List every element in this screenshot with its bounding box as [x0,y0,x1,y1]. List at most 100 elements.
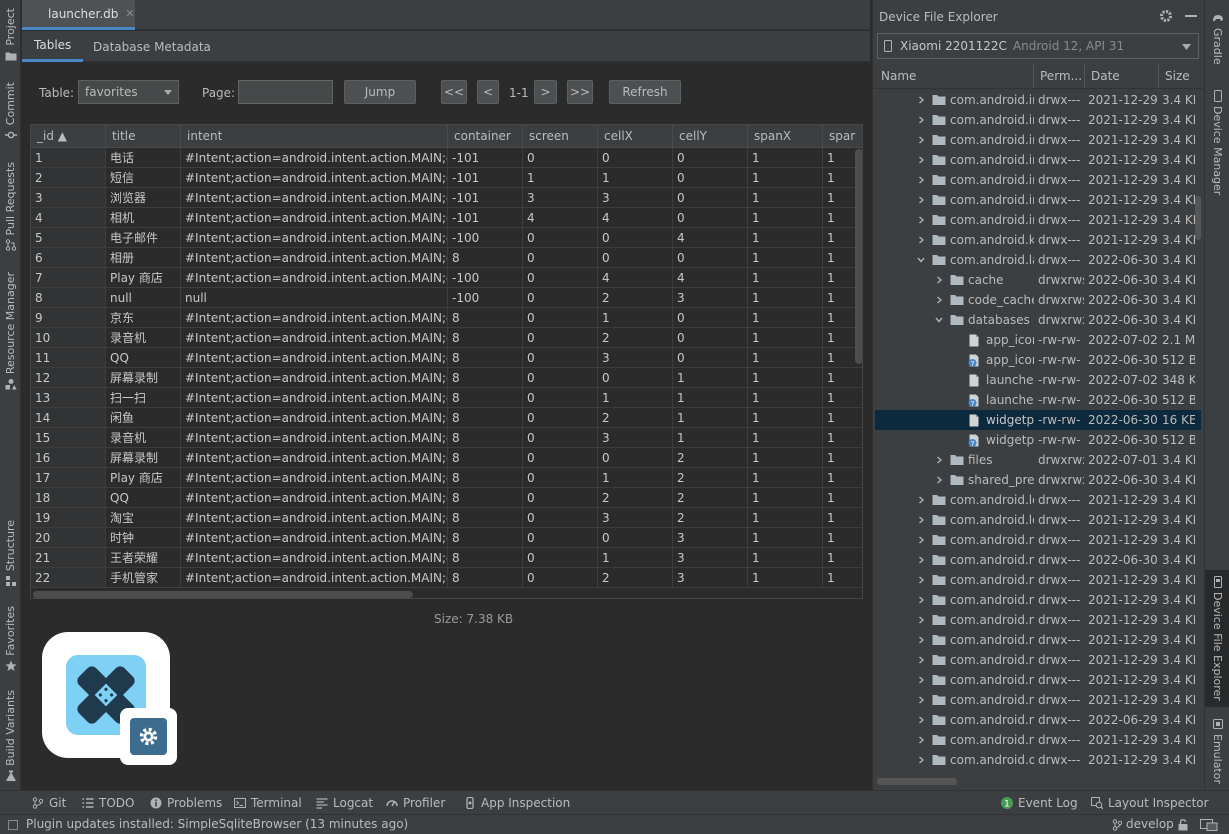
table-cell[interactable]: 0 [523,448,598,468]
table-cell[interactable]: 11 [31,348,106,368]
table-cell[interactable]: QQ [106,488,181,508]
table-row[interactable]: 22 手机管家 #Intent;action=android.intent.acti… [31,568,862,588]
table-row[interactable]: 14 闲鱼 #Intent;action=android.intent.action… [31,408,862,428]
table-cell[interactable]: 0 [523,568,598,588]
table-cell[interactable]: 1 [748,348,823,368]
tree-row[interactable]: com.android.in drwx--- 2021-12-29 23.4 KI [875,110,1201,130]
table-cell[interactable]: 相册 [106,248,181,268]
table-cell[interactable]: 录音机 [106,328,181,348]
table-cell[interactable]: 5 [31,228,106,248]
tree-row[interactable]: launcher -rw-rw- 2022-07-02 0348 K [875,370,1201,390]
tool-event-log[interactable]: 1 Event Log [1001,791,1078,815]
table-cell[interactable]: 8 [448,488,523,508]
tool-app-inspection[interactable]: App Inspection [464,791,570,815]
table-cell[interactable]: -100 [448,288,523,308]
table-cell[interactable]: #Intent;action=android.intent.action.MAI… [181,548,448,568]
column-header[interactable]: intent [181,125,448,148]
table-cell[interactable]: 1 [748,188,823,208]
table-cell[interactable]: 1 [748,168,823,188]
left-tab-build-variants[interactable]: Build Variants [0,690,21,782]
table-cell[interactable]: 2 [598,408,673,428]
tree-row[interactable]: shared_prefs drwxrwx 2022-06-30 23.4 KI [875,470,1201,490]
table-cell[interactable]: 1 [823,448,862,468]
table-cell[interactable]: 0 [673,308,748,328]
tab-database-metadata[interactable]: Database Metadata [81,31,223,62]
chevron-right-icon[interactable] [917,636,925,644]
table-cell[interactable]: 1 [598,308,673,328]
table-cell[interactable]: 8 [31,288,106,308]
table-cell[interactable]: 8 [448,248,523,268]
left-tab-favorites[interactable]: Favorites [0,606,21,672]
grid-vertical-scrollbar[interactable] [855,149,862,364]
tool-todo[interactable]: TODO [82,791,134,815]
table-cell[interactable]: 2 [673,448,748,468]
table-cell[interactable]: 1 [748,208,823,228]
table-cell[interactable]: #Intent;action=android.intent.action.MAI… [181,328,448,348]
table-row[interactable]: 12 屏幕录制 #Intent;action=android.intent.acti… [31,368,862,388]
tree-row[interactable]: com.android.m drwx--- 2021-12-29 23.4 KI [875,590,1201,610]
table-cell[interactable]: #Intent;action=android.intent.action.MAI… [181,228,448,248]
table-cell[interactable]: 0 [598,528,673,548]
table-row[interactable]: 4 相机 #Intent;action=android.intent.action.… [31,208,862,228]
table-cell[interactable]: 0 [523,308,598,328]
table-cell[interactable]: 8 [448,428,523,448]
table-cell[interactable]: 相机 [106,208,181,228]
table-cell[interactable]: 1 [523,168,598,188]
table-cell[interactable]: 1 [673,428,748,448]
tool-layout-inspector[interactable]: Layout Inspector [1091,791,1209,815]
table-cell[interactable]: 1 [598,468,673,488]
table-cell[interactable]: 8 [448,528,523,548]
table-cell[interactable]: 4 [598,208,673,228]
table-cell[interactable]: QQ [106,348,181,368]
chevron-right-icon[interactable] [917,196,925,204]
table-cell[interactable]: 1 [598,388,673,408]
table-cell[interactable]: 1 [823,548,862,568]
table-cell[interactable]: 1 [748,568,823,588]
table-row[interactable]: 1 电话 #Intent;action=android.intent.action.… [31,148,862,168]
table-cell[interactable]: 12 [31,368,106,388]
refresh-button[interactable]: Refresh [609,80,681,104]
table-row[interactable]: 19 淘宝 #Intent;action=android.intent.action… [31,508,862,528]
table-cell[interactable]: 13 [31,388,106,408]
table-cell[interactable]: 0 [598,368,673,388]
table-cell[interactable]: 淘宝 [106,508,181,528]
table-cell[interactable]: 1 [823,568,862,588]
table-cell[interactable]: 电子邮件 [106,228,181,248]
table-cell[interactable]: #Intent;action=android.intent.action.MAI… [181,348,448,368]
chevron-right-icon[interactable] [917,676,925,684]
table-cell[interactable]: -101 [448,148,523,168]
status-message[interactable]: Plugin updates installed: SimpleSqliteBr… [26,817,408,831]
table-cell[interactable]: 3 [598,348,673,368]
column-header[interactable]: cellY [673,125,748,148]
col-size-header[interactable]: Size [1159,64,1201,88]
table-cell[interactable]: 京东 [106,308,181,328]
right-tab-emulator[interactable]: Emulator [1205,712,1229,790]
chevron-right-icon[interactable] [917,736,925,744]
tree-row[interactable]: com.android.lo drwx--- 2021-12-29 23.4 KI [875,510,1201,530]
table-cell[interactable]: 0 [598,228,673,248]
table-cell[interactable]: 9 [31,308,106,328]
memory-indicator-icon[interactable] [1200,819,1218,831]
table-cell[interactable]: 2 [598,288,673,308]
tree-vertical-scrollbar[interactable] [1195,196,1201,240]
table-cell[interactable]: #Intent;action=android.intent.action.MAI… [181,268,448,288]
table-cell[interactable]: 2 [673,488,748,508]
table-cell[interactable]: 8 [448,328,523,348]
table-cell[interactable]: 16 [31,448,106,468]
chevron-right-icon[interactable] [917,116,925,124]
table-cell[interactable]: 3 [523,188,598,208]
jump-button[interactable]: Jump [344,80,416,104]
tree-row[interactable]: com.android.or drwx--- 2021-12-29 23.4 KI [875,750,1201,770]
tool-git[interactable]: Git [32,791,66,815]
table-cell[interactable]: #Intent;action=android.intent.action.MAI… [181,188,448,208]
table-cell[interactable]: 3 [673,528,748,548]
tool-logcat[interactable]: Logcat [316,791,373,815]
table-cell[interactable]: 8 [448,468,523,488]
table-cell[interactable]: -100 [448,228,523,248]
table-cell[interactable]: 0 [523,548,598,568]
table-cell[interactable]: 1 [748,428,823,448]
table-cell[interactable]: 2 [598,328,673,348]
table-cell[interactable]: 0 [673,168,748,188]
minimize-icon[interactable] [1185,15,1197,17]
tool-terminal[interactable]: Terminal [234,791,302,815]
